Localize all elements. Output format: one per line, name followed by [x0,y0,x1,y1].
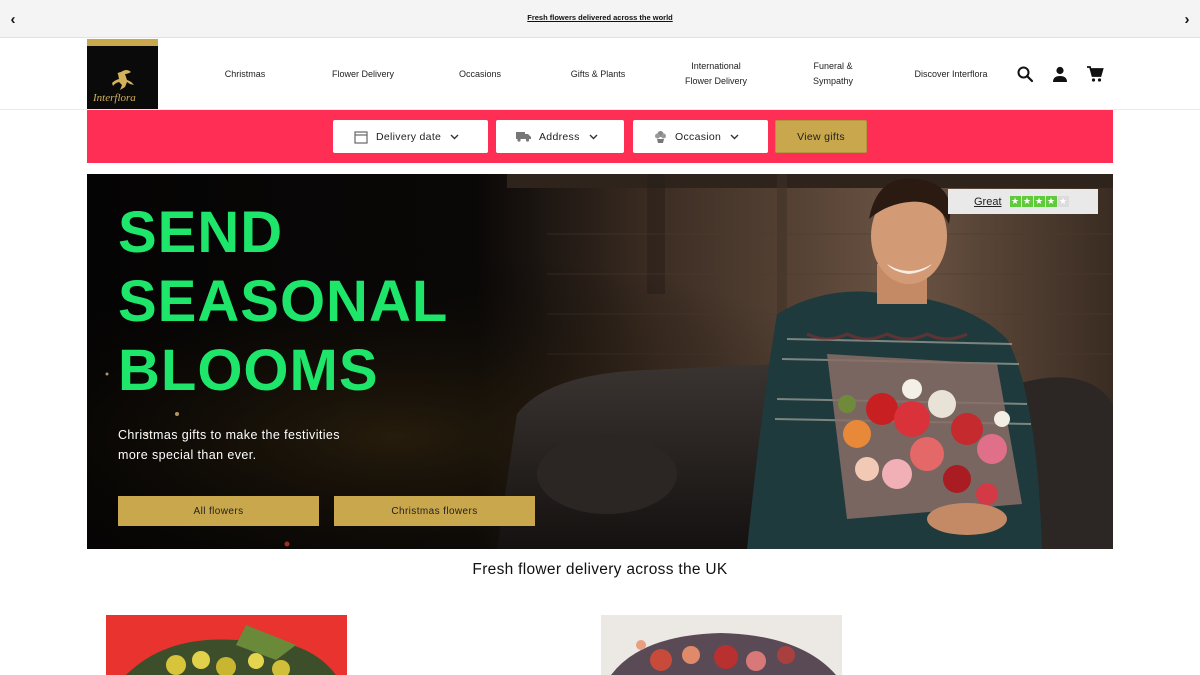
nav-label-line1: International [691,61,741,71]
view-gifts-button[interactable]: View gifts [775,120,867,153]
hero-subtext: Christmas gifts to make the festivities … [118,425,418,465]
search-icon[interactable] [1016,65,1034,83]
trustpilot-widget[interactable]: Great ★ ★ ★ ★ ★ [948,189,1098,214]
cart-icon[interactable] [1086,65,1104,83]
star-icon: ★ [1057,196,1069,207]
nav-flower-delivery[interactable]: Flower Delivery [313,38,413,110]
headline-line: BLOOMS [118,338,379,403]
site-header: Interflora Christmas Flower Delivery Occ… [0,38,1200,110]
hero-headline: SEND SEASONAL BLOOMS [118,198,448,405]
nav-funeral-sympathy[interactable]: Funeral & Sympathy [793,38,873,110]
section-title: Fresh flower delivery across the UK [472,561,728,578]
promo-bar: ‹ Fresh flowers delivered across the wor… [0,0,1200,38]
nav-discover-interflora[interactable]: Discover Interflora [900,38,1002,110]
nav-label: Gifts & Plants [570,68,626,79]
nav-gifts-plants[interactable]: Gifts & Plants [553,38,643,110]
nav-label: Flower Delivery [331,68,394,79]
nav-christmas[interactable]: Christmas [205,38,285,110]
star-icon: ★ [1009,196,1021,207]
headline-line: SEND [118,200,284,265]
trustpilot-stars: ★ ★ ★ ★ ★ [1009,196,1069,207]
nav-label-line1: Funeral & [813,61,853,71]
occasion-select[interactable]: Occasion [633,120,768,153]
delivery-truck-icon [516,131,531,142]
all-flowers-button[interactable]: All flowers [118,496,319,526]
calendar-icon [354,130,368,144]
address-select[interactable]: Address [496,120,624,153]
star-icon: ★ [1045,196,1057,207]
delivery-date-select[interactable]: Delivery date [333,120,488,153]
nav-label: Christmas [224,68,266,79]
chevron-down-icon [450,134,459,140]
subtext-line: Christmas gifts to make the festivities [118,428,340,442]
address-label: Address [539,130,580,143]
product-image [601,615,842,675]
star-icon: ★ [1021,196,1033,207]
subtext-line: more special than ever. [118,448,257,462]
star-icon: ★ [1033,196,1045,207]
chevron-right-icon[interactable]: › [1178,10,1196,28]
chevron-down-icon [730,134,739,140]
chevron-down-icon [589,134,598,140]
christmas-flowers-button[interactable]: Christmas flowers [334,496,535,526]
nav-label-line2: Flower Delivery [684,76,747,86]
hero-banner: SEND SEASONAL BLOOMS Christmas gifts to … [87,174,1113,549]
nav-label: Occasions [458,68,502,79]
flower-icon [654,130,667,144]
product-card[interactable] [106,615,347,675]
nav-occasions[interactable]: Occasions [440,38,520,110]
product-image [106,615,347,675]
nav-international-flower-delivery[interactable]: International Flower Delivery [666,38,766,110]
occasion-label: Occasion [675,130,722,143]
trustpilot-label: Great [974,195,1002,208]
nav-label: Discover Interflora [914,68,988,79]
promo-message[interactable]: Fresh flowers delivered across the world [0,13,1200,22]
delivery-date-label: Delivery date [376,130,442,143]
nav-label-line2: Sympathy [812,76,854,86]
account-icon[interactable] [1051,65,1069,83]
logo-text: Interflora [93,92,136,104]
interflora-logo[interactable]: Interflora [87,39,158,109]
gift-finder-bar: Delivery date Address Occasion View gift… [87,110,1113,163]
product-card[interactable] [601,615,842,675]
headline-line: SEASONAL [118,269,449,334]
